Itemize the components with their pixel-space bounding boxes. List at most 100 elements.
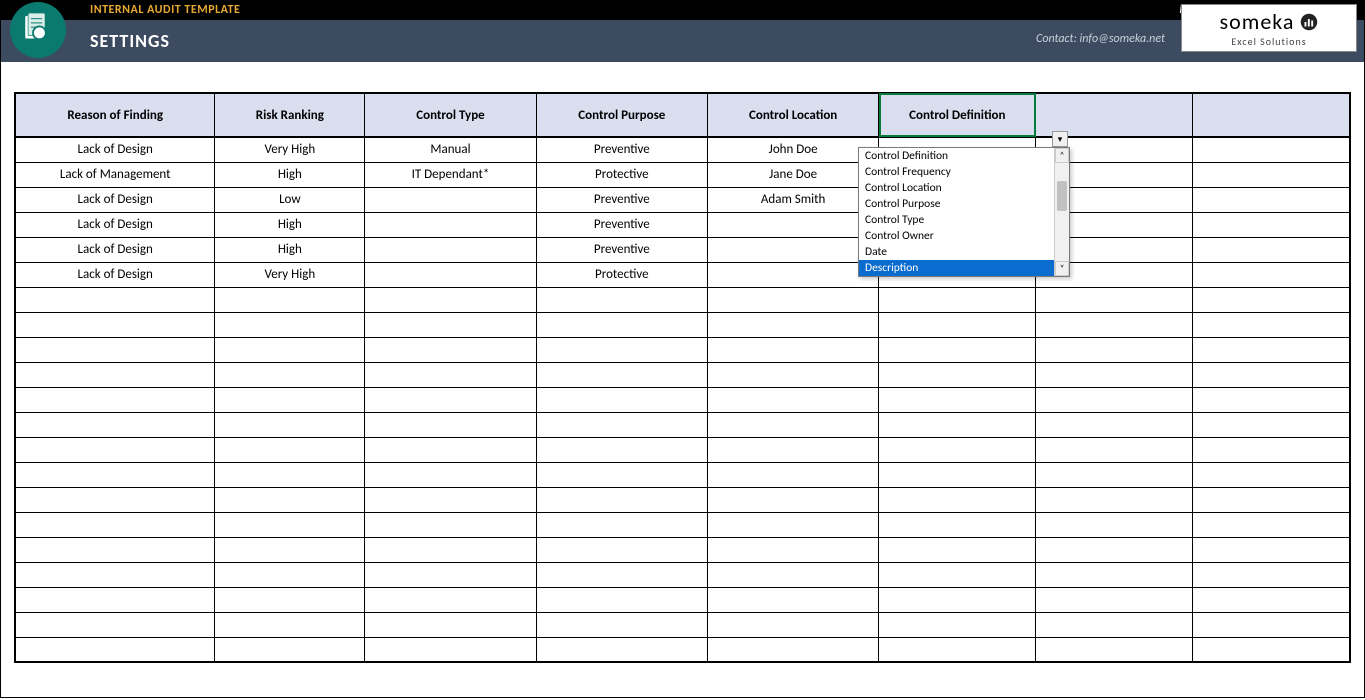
table-row[interactable] <box>15 537 1350 562</box>
table-cell[interactable] <box>215 512 365 537</box>
table-cell[interactable] <box>365 512 536 537</box>
table-row[interactable] <box>15 562 1350 587</box>
table-cell[interactable]: Preventive <box>536 212 707 237</box>
col-ctrl-type[interactable]: Control Type <box>365 93 536 137</box>
contact-email[interactable]: info@someka.net <box>1080 32 1166 46</box>
table-cell[interactable] <box>15 512 215 537</box>
table-cell[interactable] <box>1193 312 1350 337</box>
table-cell[interactable] <box>365 437 536 462</box>
table-cell[interactable] <box>215 562 365 587</box>
table-cell[interactable] <box>15 312 215 337</box>
table-cell[interactable] <box>1193 612 1350 637</box>
table-cell[interactable] <box>707 387 878 412</box>
dropdown-item[interactable]: Control Purpose <box>859 196 1054 212</box>
table-cell[interactable] <box>879 412 1036 437</box>
table-cell[interactable] <box>536 387 707 412</box>
table-cell[interactable] <box>15 412 215 437</box>
table-cell[interactable] <box>707 512 878 537</box>
table-row[interactable] <box>15 337 1350 362</box>
table-cell[interactable]: Lack of Design <box>15 187 215 212</box>
table-cell[interactable] <box>365 562 536 587</box>
table-cell[interactable] <box>1193 262 1350 287</box>
table-cell[interactable] <box>879 287 1036 312</box>
table-cell[interactable] <box>215 462 365 487</box>
table-cell[interactable] <box>1193 287 1350 312</box>
table-cell[interactable] <box>707 262 878 287</box>
table-cell[interactable] <box>215 312 365 337</box>
table-cell[interactable] <box>707 237 878 262</box>
col-empty-2[interactable] <box>1193 93 1350 137</box>
table-cell[interactable]: Preventive <box>536 137 707 162</box>
dropdown-item[interactable]: Date <box>859 244 1054 260</box>
table-cell[interactable]: Preventive <box>536 237 707 262</box>
table-cell[interactable] <box>879 462 1036 487</box>
table-cell[interactable] <box>365 487 536 512</box>
table-cell[interactable] <box>707 612 878 637</box>
scroll-down-button[interactable]: ˅ <box>1055 261 1069 276</box>
table-cell[interactable] <box>365 262 536 287</box>
table-cell[interactable] <box>365 237 536 262</box>
table-cell[interactable] <box>1193 187 1350 212</box>
table-cell[interactable] <box>1193 562 1350 587</box>
table-cell[interactable] <box>1036 512 1193 537</box>
table-cell[interactable]: Jane Doe <box>707 162 878 187</box>
someka-logo[interactable]: someka Excel Solutions <box>1181 4 1357 52</box>
dropdown-item[interactable]: Control Definition <box>859 148 1054 164</box>
table-cell[interactable] <box>1036 537 1193 562</box>
table-cell[interactable] <box>1036 612 1193 637</box>
table-cell[interactable] <box>536 362 707 387</box>
table-cell[interactable] <box>536 637 707 662</box>
table-cell[interactable] <box>15 487 215 512</box>
table-cell[interactable]: High <box>215 212 365 237</box>
table-cell[interactable] <box>536 587 707 612</box>
dropdown-item[interactable]: Control Frequency <box>859 164 1054 180</box>
table-cell[interactable] <box>215 637 365 662</box>
table-cell[interactable] <box>1193 512 1350 537</box>
table-cell[interactable]: Preventive <box>536 187 707 212</box>
table-cell[interactable] <box>15 362 215 387</box>
table-cell[interactable] <box>1036 337 1193 362</box>
table-row[interactable] <box>15 637 1350 662</box>
table-cell[interactable] <box>879 537 1036 562</box>
table-cell[interactable] <box>215 387 365 412</box>
table-cell[interactable] <box>15 587 215 612</box>
table-cell[interactable] <box>707 487 878 512</box>
table-cell[interactable] <box>1193 537 1350 562</box>
table-cell[interactable] <box>707 312 878 337</box>
table-cell[interactable] <box>15 462 215 487</box>
table-cell[interactable] <box>365 337 536 362</box>
table-cell[interactable]: Very High <box>215 137 365 162</box>
table-cell[interactable] <box>1036 362 1193 387</box>
table-cell[interactable] <box>1193 212 1350 237</box>
validation-dropdown[interactable]: Control DefinitionControl FrequencyContr… <box>858 147 1070 277</box>
table-cell[interactable] <box>879 637 1036 662</box>
table-cell[interactable] <box>365 637 536 662</box>
table-cell[interactable] <box>1193 137 1350 162</box>
table-cell[interactable] <box>1193 362 1350 387</box>
table-cell[interactable] <box>707 562 878 587</box>
table-cell[interactable] <box>536 412 707 437</box>
dropdown-item[interactable]: Control Location <box>859 180 1054 196</box>
scroll-up-button[interactable]: ˄ <box>1055 148 1069 163</box>
table-cell[interactable] <box>707 287 878 312</box>
table-row[interactable]: Lack of DesignHighPreventive <box>15 237 1350 262</box>
table-cell[interactable]: Lack of Design <box>15 212 215 237</box>
table-cell[interactable] <box>536 512 707 537</box>
table-cell[interactable] <box>707 437 878 462</box>
table-row[interactable] <box>15 412 1350 437</box>
table-row[interactable] <box>15 462 1350 487</box>
table-cell[interactable] <box>365 387 536 412</box>
table-row[interactable] <box>15 387 1350 412</box>
table-cell[interactable]: High <box>215 237 365 262</box>
table-row[interactable]: Lack of DesignHigh Preventive <box>15 212 1350 237</box>
col-risk[interactable]: Risk Ranking <box>215 93 365 137</box>
table-cell[interactable] <box>1036 487 1193 512</box>
table-cell[interactable] <box>15 437 215 462</box>
table-cell[interactable] <box>1193 162 1350 187</box>
table-cell[interactable] <box>879 437 1036 462</box>
table-cell[interactable] <box>215 537 365 562</box>
table-cell[interactable]: Lack of Management <box>15 162 215 187</box>
table-cell[interactable] <box>215 612 365 637</box>
col-ctrl-purpose[interactable]: Control Purpose <box>536 93 707 137</box>
table-cell[interactable] <box>15 612 215 637</box>
